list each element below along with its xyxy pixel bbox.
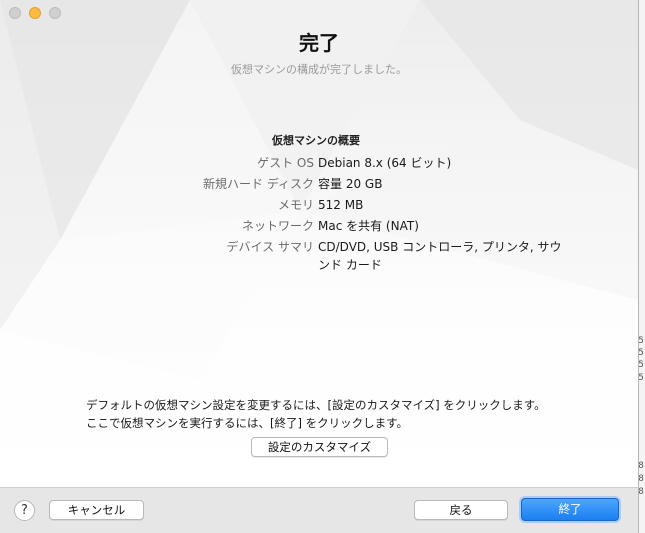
summary-label: ゲスト OS bbox=[257, 156, 314, 170]
summary-value: 容量 20 GB bbox=[318, 177, 383, 191]
cancel-button[interactable]: キャンセル bbox=[49, 500, 144, 520]
page-title: 完了 bbox=[299, 31, 339, 55]
zoom-window-button[interactable] bbox=[49, 7, 61, 19]
summary-value: 512 MB bbox=[318, 198, 364, 212]
window-controls bbox=[9, 7, 61, 19]
instructions-text: デフォルトの仮想マシン設定を変更するには、[設定のカスタマイズ] をクリックしま… bbox=[86, 398, 546, 430]
close-window-button[interactable] bbox=[9, 7, 21, 19]
bottom-button-bar: ? キャンセル 戻る 終了 bbox=[0, 487, 638, 533]
finish-button[interactable]: 終了 bbox=[521, 498, 619, 521]
summary-value: CD/DVD, USB コントローラ, プリンタ, サウンド カード bbox=[318, 240, 562, 272]
help-button[interactable]: ? bbox=[14, 500, 35, 521]
summary-label: デバイス サマリ bbox=[226, 240, 314, 254]
summary-label: 新規ハード ディスク bbox=[203, 177, 314, 191]
summary-label: ネットワーク bbox=[241, 219, 314, 233]
back-button[interactable]: 戻る bbox=[414, 500, 508, 520]
customize-settings-button[interactable]: 設定のカスタマイズ bbox=[251, 437, 388, 457]
summary-value: Mac を共有 (NAT) bbox=[318, 219, 419, 233]
summary-value: Debian 8.x (64 ビット) bbox=[318, 156, 452, 170]
new-vm-assistant-window: 完了 仮想マシンの構成が完了しました。 仮想マシンの概要 ゲスト OS Debi… bbox=[0, 0, 639, 533]
summary-label: メモリ bbox=[277, 198, 314, 212]
summary-heading: 仮想マシンの概要 bbox=[272, 134, 360, 147]
minimize-window-button[interactable] bbox=[29, 7, 41, 19]
page-subtitle: 仮想マシンの構成が完了しました。 bbox=[231, 63, 407, 76]
